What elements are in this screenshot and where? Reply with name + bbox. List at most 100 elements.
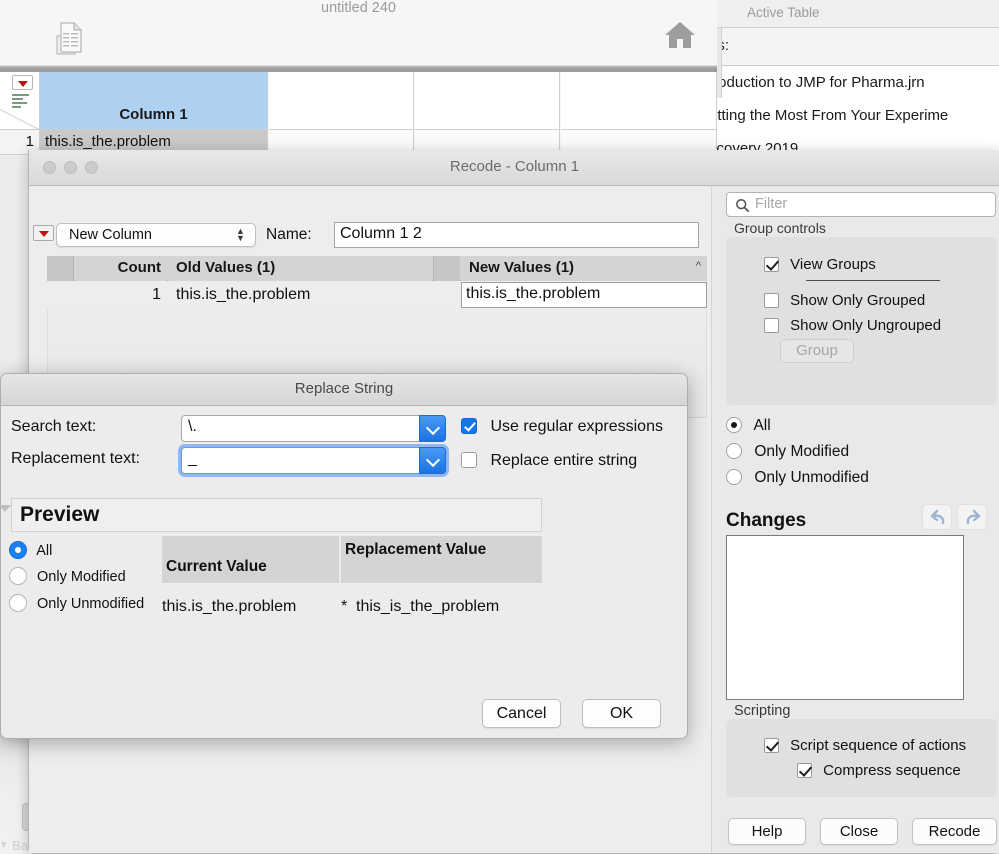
radio-label: All (753, 417, 770, 434)
preview-radio-only-modified[interactable]: Only Modified (9, 567, 126, 585)
chevron-down-icon[interactable] (419, 415, 446, 442)
data-table-corner-cell (0, 72, 40, 130)
column-header-empty-3[interactable] (415, 72, 560, 130)
checkbox-icon (764, 257, 779, 272)
radio-only-unmodified[interactable]: Only Unmodified (726, 469, 869, 487)
preview-header-replacement-value: Replacement Value (341, 536, 542, 583)
values-table-header-old[interactable]: Old Values (1) (168, 256, 432, 281)
background-ghost-label: Ba (12, 838, 28, 853)
radio-only-modified[interactable]: Only Modified (726, 443, 849, 461)
values-table-header-new[interactable]: New Values (1) ^ (461, 256, 707, 281)
checkbox-script-sequence[interactable]: Script sequence of actions (764, 737, 966, 754)
preview-heading: Preview (12, 499, 541, 527)
radio-icon (9, 567, 27, 585)
radio-icon (726, 417, 742, 433)
recode-titlebar[interactable]: Recode - Column 1 (29, 150, 999, 186)
checkbox-use-regular-expressions[interactable]: Use regular expressions (461, 418, 663, 436)
changes-list[interactable] (726, 535, 964, 700)
home-icon[interactable] (663, 20, 697, 55)
redo-icon (962, 508, 984, 528)
checkbox-label: Compress sequence (823, 762, 961, 779)
checkbox-icon (797, 763, 812, 778)
list-item[interactable]: etting the Most From Your Experime (717, 99, 999, 132)
checkbox-label: View Groups (790, 256, 876, 273)
replace-string-dialog: Replace String Search text: \. Replaceme… (0, 373, 688, 739)
column-header-empty-4[interactable] (561, 72, 717, 130)
recode-red-triangle-menu[interactable] (33, 225, 54, 241)
sort-ascending-icon[interactable]: ^ (696, 260, 701, 272)
checkbox-label: Show Only Ungrouped (790, 317, 941, 334)
radio-label: Only Unmodified (37, 596, 144, 612)
close-button[interactable]: Close (820, 818, 898, 845)
page-title: untitled 240 (0, 0, 717, 16)
recode-action-popup[interactable]: New Column ▲▼ (56, 223, 256, 247)
preview-header-bar: Preview (11, 498, 542, 532)
row-new-value-input[interactable]: this.is_the.problem (461, 282, 707, 308)
column-header-label: Old Values (1) (168, 256, 432, 280)
row-count-value: 1 (47, 281, 167, 308)
column-header-column-1[interactable]: Column 1 (40, 72, 268, 130)
column-header-label: Column 1 (40, 106, 267, 123)
search-text-combo[interactable]: \. (181, 415, 446, 442)
preview-disclosure-icon[interactable] (0, 505, 11, 512)
row-old-value[interactable]: this.is_the.problem (168, 281, 432, 308)
filter-placeholder: Filter (755, 196, 787, 212)
undo-button[interactable] (922, 504, 952, 530)
values-table-header-count[interactable]: Count (75, 256, 167, 281)
rows-bars-icon (12, 94, 30, 106)
checkbox-label: Script sequence of actions (790, 737, 966, 754)
checkbox-show-only-ungrouped[interactable]: Show Only Ungrouped (764, 317, 941, 334)
checkbox-view-groups[interactable]: View Groups (764, 256, 876, 273)
radio-icon (9, 594, 27, 612)
journal-subtitle: es: (717, 28, 999, 66)
group-divider (806, 280, 940, 281)
cancel-button[interactable]: Cancel (482, 699, 561, 728)
radio-icon (726, 443, 742, 459)
data-table-titlebar: untitled 240 (0, 0, 717, 66)
values-table-header: Count Old Values (1) New Values (1) ^ (47, 256, 707, 281)
changes-heading: Changes (726, 510, 806, 532)
column-header-label: New Values (1) (461, 256, 707, 280)
radio-all[interactable]: All (726, 417, 771, 435)
preview-radio-all[interactable]: All (9, 541, 52, 559)
journal-left-gutter (717, 28, 722, 98)
chevron-down-icon[interactable] (419, 447, 446, 474)
replacement-text-value: _ (188, 450, 197, 468)
new-column-name-value: Column 1 2 (340, 225, 422, 242)
radio-icon (726, 469, 742, 485)
table-row: 1 this.is_the.problem this.is_the.proble… (47, 281, 707, 310)
search-text-label: Search text: (11, 418, 96, 436)
background-disclosure-icon: ▾ (1, 838, 7, 851)
checkbox-icon (764, 738, 779, 753)
radio-label: Only Modified (37, 569, 126, 585)
recode-right-pane: Filter Group controls View Groups Show O… (711, 186, 999, 853)
radio-label: All (36, 543, 52, 559)
help-button[interactable]: Help (728, 818, 806, 845)
replace-string-titlebar[interactable]: Replace String (1, 374, 687, 406)
preview-row-marker: * (341, 598, 347, 616)
recode-action-popup-label: New Column (69, 227, 152, 243)
checkbox-icon (461, 418, 477, 434)
recode-window-title: Recode - Column 1 (29, 158, 999, 175)
redo-button[interactable] (957, 504, 987, 530)
checkbox-icon (764, 293, 779, 308)
checkbox-compress-sequence[interactable]: Compress sequence (797, 762, 961, 779)
data-table-icon (55, 22, 85, 61)
undo-icon (927, 508, 949, 528)
list-item[interactable]: troduction to JMP for Pharma.jrn (717, 66, 999, 99)
filter-input[interactable]: Filter (726, 192, 996, 217)
checkbox-icon (461, 452, 477, 468)
radio-label: Only Modified (754, 443, 849, 460)
replacement-text-label: Replacement text: (11, 450, 140, 468)
replacement-text-combo[interactable]: _ (181, 447, 446, 474)
new-column-name-input[interactable]: Column 1 2 (334, 222, 699, 248)
recode-button[interactable]: Recode (912, 818, 997, 845)
table-red-triangle-icon[interactable] (12, 75, 33, 90)
checkbox-show-only-grouped[interactable]: Show Only Grouped (764, 292, 925, 309)
ok-button[interactable]: OK (582, 699, 661, 728)
checkbox-replace-entire-string[interactable]: Replace entire string (461, 452, 637, 470)
values-table-select-col[interactable] (47, 256, 74, 281)
column-header-empty-2[interactable] (269, 72, 414, 130)
group-button[interactable]: Group (780, 339, 854, 363)
preview-radio-only-unmodified[interactable]: Only Unmodified (9, 594, 144, 612)
